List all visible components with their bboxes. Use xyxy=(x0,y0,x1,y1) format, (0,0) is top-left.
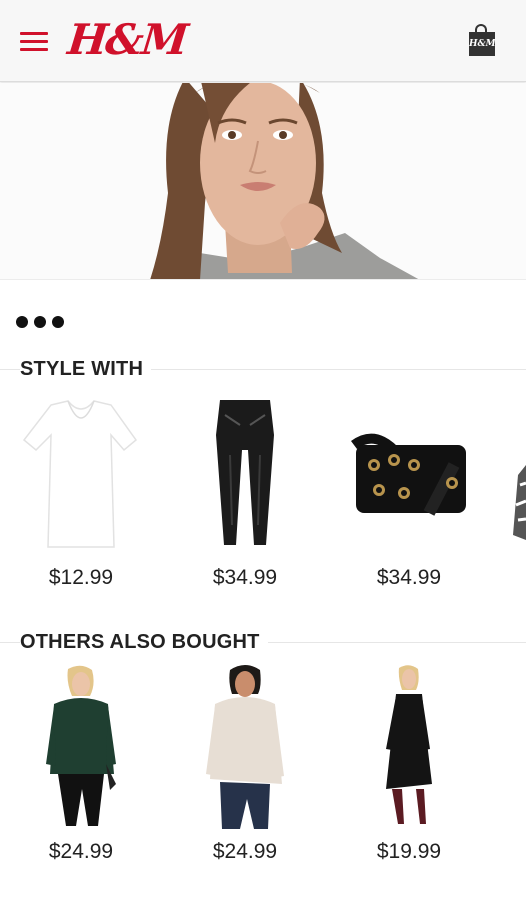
style-with-item-leather-pants[interactable]: $34.99 xyxy=(170,395,320,590)
others-also-bought-title: OTHERS ALSO BOUGHT xyxy=(20,630,268,654)
style-with-item-tshirt[interactable]: $12.99 xyxy=(6,395,156,590)
product-image xyxy=(6,664,156,826)
product-detail-screen: H&M H&M STYLE WITH $12.99 $34.99 $34.99 … xyxy=(0,0,526,900)
carousel-dot[interactable] xyxy=(52,316,64,328)
product-price: $24.99 xyxy=(48,840,114,863)
others-item-beige-sweater[interactable]: $24.99 xyxy=(170,664,320,863)
carousel-dot[interactable] xyxy=(34,316,46,328)
product-hero-image[interactable] xyxy=(0,83,526,280)
brand-logo[interactable]: H&M xyxy=(65,14,189,66)
product-image xyxy=(6,395,156,550)
carousel-page-indicator[interactable] xyxy=(16,316,64,328)
style-with-item-partial[interactable] xyxy=(508,395,526,590)
product-image xyxy=(334,664,484,824)
product-price: $34.99 xyxy=(212,566,278,589)
product-price: $12.99 xyxy=(48,566,114,589)
product-image xyxy=(334,395,484,550)
product-price: $19.99 xyxy=(376,840,442,863)
carousel-dot[interactable] xyxy=(16,316,28,328)
others-item-black-dress[interactable]: $19.99 xyxy=(334,664,484,863)
shopping-bag-icon[interactable]: H&M xyxy=(467,24,497,58)
others-item-green-sweater[interactable]: $24.99 xyxy=(6,664,156,863)
product-image xyxy=(170,395,320,550)
product-price: $24.99 xyxy=(212,840,278,863)
hamburger-menu-icon[interactable] xyxy=(20,26,50,56)
style-with-title: STYLE WITH xyxy=(20,357,152,381)
style-with-item-eyelet-bag[interactable]: $34.99 xyxy=(334,395,484,590)
top-app-bar: H&M H&M xyxy=(0,0,526,82)
product-price: $34.99 xyxy=(376,566,442,589)
product-image xyxy=(170,664,320,829)
